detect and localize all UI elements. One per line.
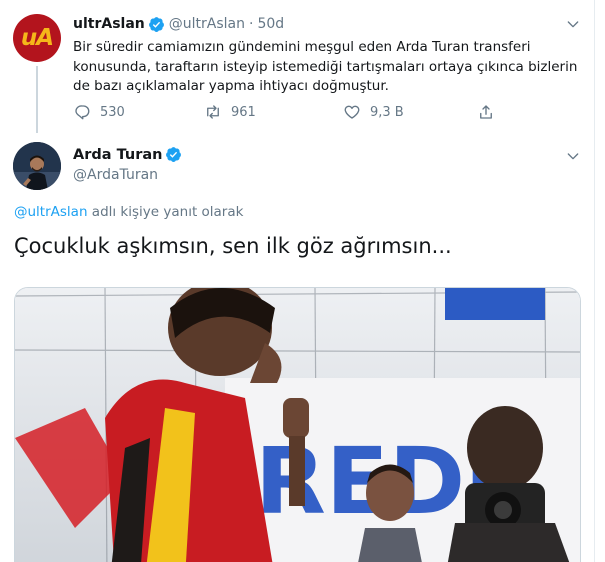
reply-count: 530 bbox=[100, 104, 125, 120]
profile-photo bbox=[13, 142, 61, 190]
share-button[interactable] bbox=[477, 101, 495, 123]
verified-badge-icon bbox=[148, 16, 164, 32]
football-photo: REDi bbox=[15, 288, 580, 562]
parent-display-name[interactable]: ultrAslan bbox=[73, 16, 145, 32]
reply-button[interactable]: 530 bbox=[73, 101, 125, 123]
reply-mention-link[interactable]: @ultrAslan bbox=[14, 204, 88, 220]
retweet-button[interactable]: 961 bbox=[204, 101, 256, 123]
reply-icon bbox=[75, 105, 90, 120]
column-border bbox=[594, 0, 595, 562]
chevron-down-icon[interactable] bbox=[565, 148, 581, 164]
replying-to-line: @ultrAslan adlı kişiye yanıt olarak bbox=[14, 204, 243, 220]
avatar-arda-turan[interactable] bbox=[13, 142, 61, 190]
share-icon bbox=[480, 105, 492, 119]
heart-icon bbox=[344, 105, 360, 119]
parent-handle[interactable]: @ultrAslan bbox=[169, 16, 245, 32]
reply-to-suffix: adlı kişiye yanıt olarak bbox=[91, 204, 244, 220]
parent-tweet-header: ultrAslan @ultrAslan · 50d bbox=[73, 14, 284, 34]
separator-dot: · bbox=[248, 16, 254, 32]
parent-tweet-actions: 530 961 9,3 B bbox=[73, 101, 513, 123]
retweet-icon bbox=[207, 105, 219, 119]
chevron-down-icon[interactable] bbox=[565, 16, 581, 32]
thread-connector-line bbox=[36, 66, 38, 133]
retweet-count: 961 bbox=[231, 104, 256, 120]
main-handle[interactable]: @ArdaTuran bbox=[73, 167, 158, 183]
tweet-media-photo[interactable]: REDi bbox=[14, 287, 581, 562]
like-count: 9,3 B bbox=[370, 104, 404, 120]
like-button[interactable]: 9,3 B bbox=[343, 101, 404, 123]
avatar-logo-text: uA bbox=[20, 25, 54, 51]
parent-timestamp[interactable]: 50d bbox=[257, 16, 284, 32]
main-display-name-row: Arda Turan bbox=[73, 146, 182, 163]
parent-tweet-text: Bir süredir camiamızın gündemini meşgul … bbox=[73, 39, 578, 94]
main-tweet-text: Çocukluk aşkımsın, sen ilk göz ağrımsın.… bbox=[14, 234, 452, 258]
tweet-thread: uA ultrAslan @ultrAslan · 50d Bir süredi… bbox=[0, 0, 605, 562]
avatar-ultraslan[interactable]: uA bbox=[13, 14, 61, 62]
main-display-name[interactable]: Arda Turan bbox=[73, 147, 162, 163]
verified-badge-icon bbox=[166, 147, 182, 162]
